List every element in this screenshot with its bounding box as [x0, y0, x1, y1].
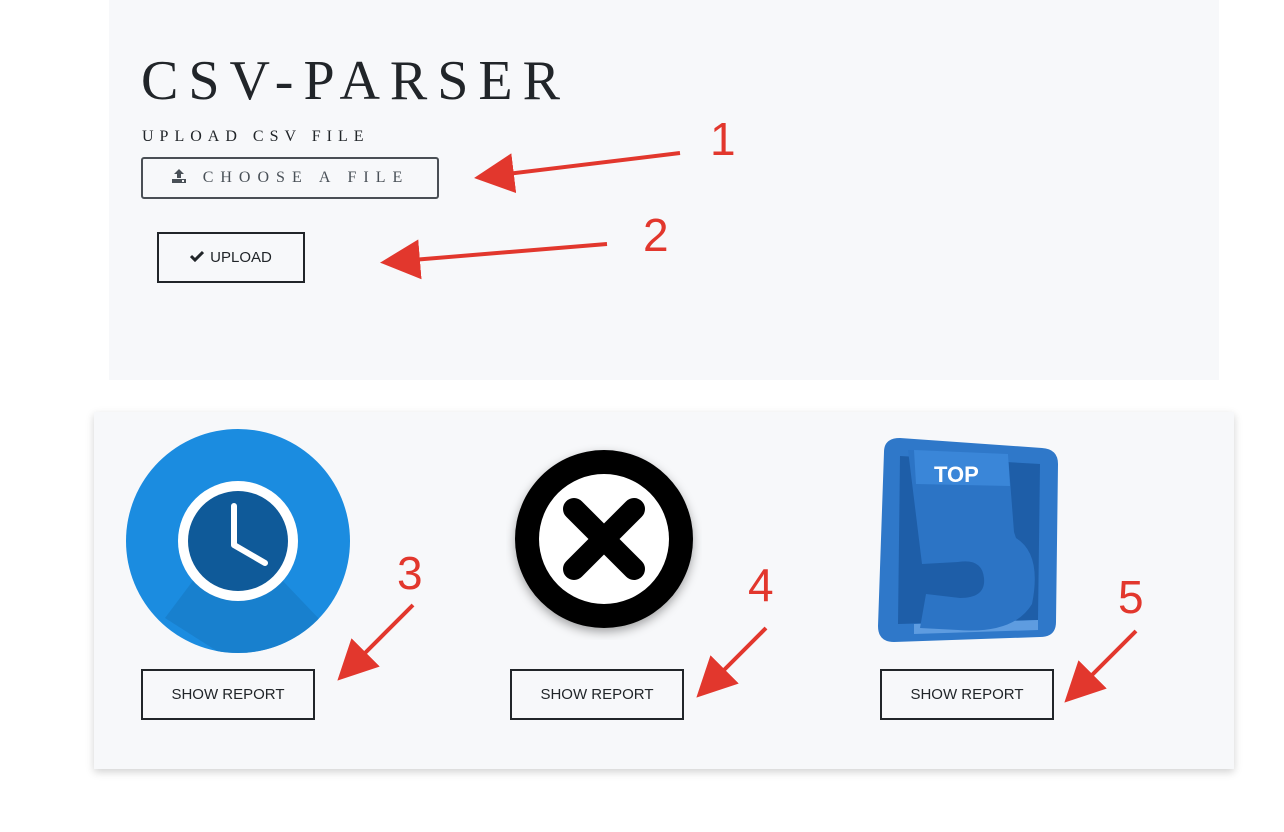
clock-icon [125, 428, 351, 659]
upload-csv-label: UPLOAD CSV FILE [142, 128, 370, 145]
x-circle-icon [506, 444, 702, 645]
show-report-label: SHOW REPORT [910, 686, 1024, 703]
annotation-number-2: 2 [643, 209, 669, 261]
upload-button-label: UPLOAD [210, 249, 272, 266]
show-report-button-3[interactable]: SHOW REPORT [880, 669, 1054, 720]
upload-icon [171, 168, 187, 189]
top-5-icon: TOP [874, 434, 1064, 653]
upload-button[interactable]: UPLOAD [157, 232, 305, 283]
choose-file-button[interactable]: CHOOSE A FILE [141, 157, 439, 199]
show-report-button-2[interactable]: SHOW REPORT [510, 669, 684, 720]
page-title: CSV-PARSER [141, 50, 570, 112]
annotation-number-4: 4 [748, 559, 774, 611]
top-label: TOP [934, 462, 979, 487]
checkmark-icon [190, 249, 205, 267]
annotation-number-1: 1 [710, 113, 736, 165]
show-report-label: SHOW REPORT [171, 686, 285, 703]
show-report-label: SHOW REPORT [540, 686, 654, 703]
annotation-number-3: 3 [397, 547, 423, 599]
show-report-button-1[interactable]: SHOW REPORT [141, 669, 315, 720]
annotation-number-5: 5 [1118, 571, 1144, 623]
choose-file-label: CHOOSE A FILE [202, 169, 410, 186]
